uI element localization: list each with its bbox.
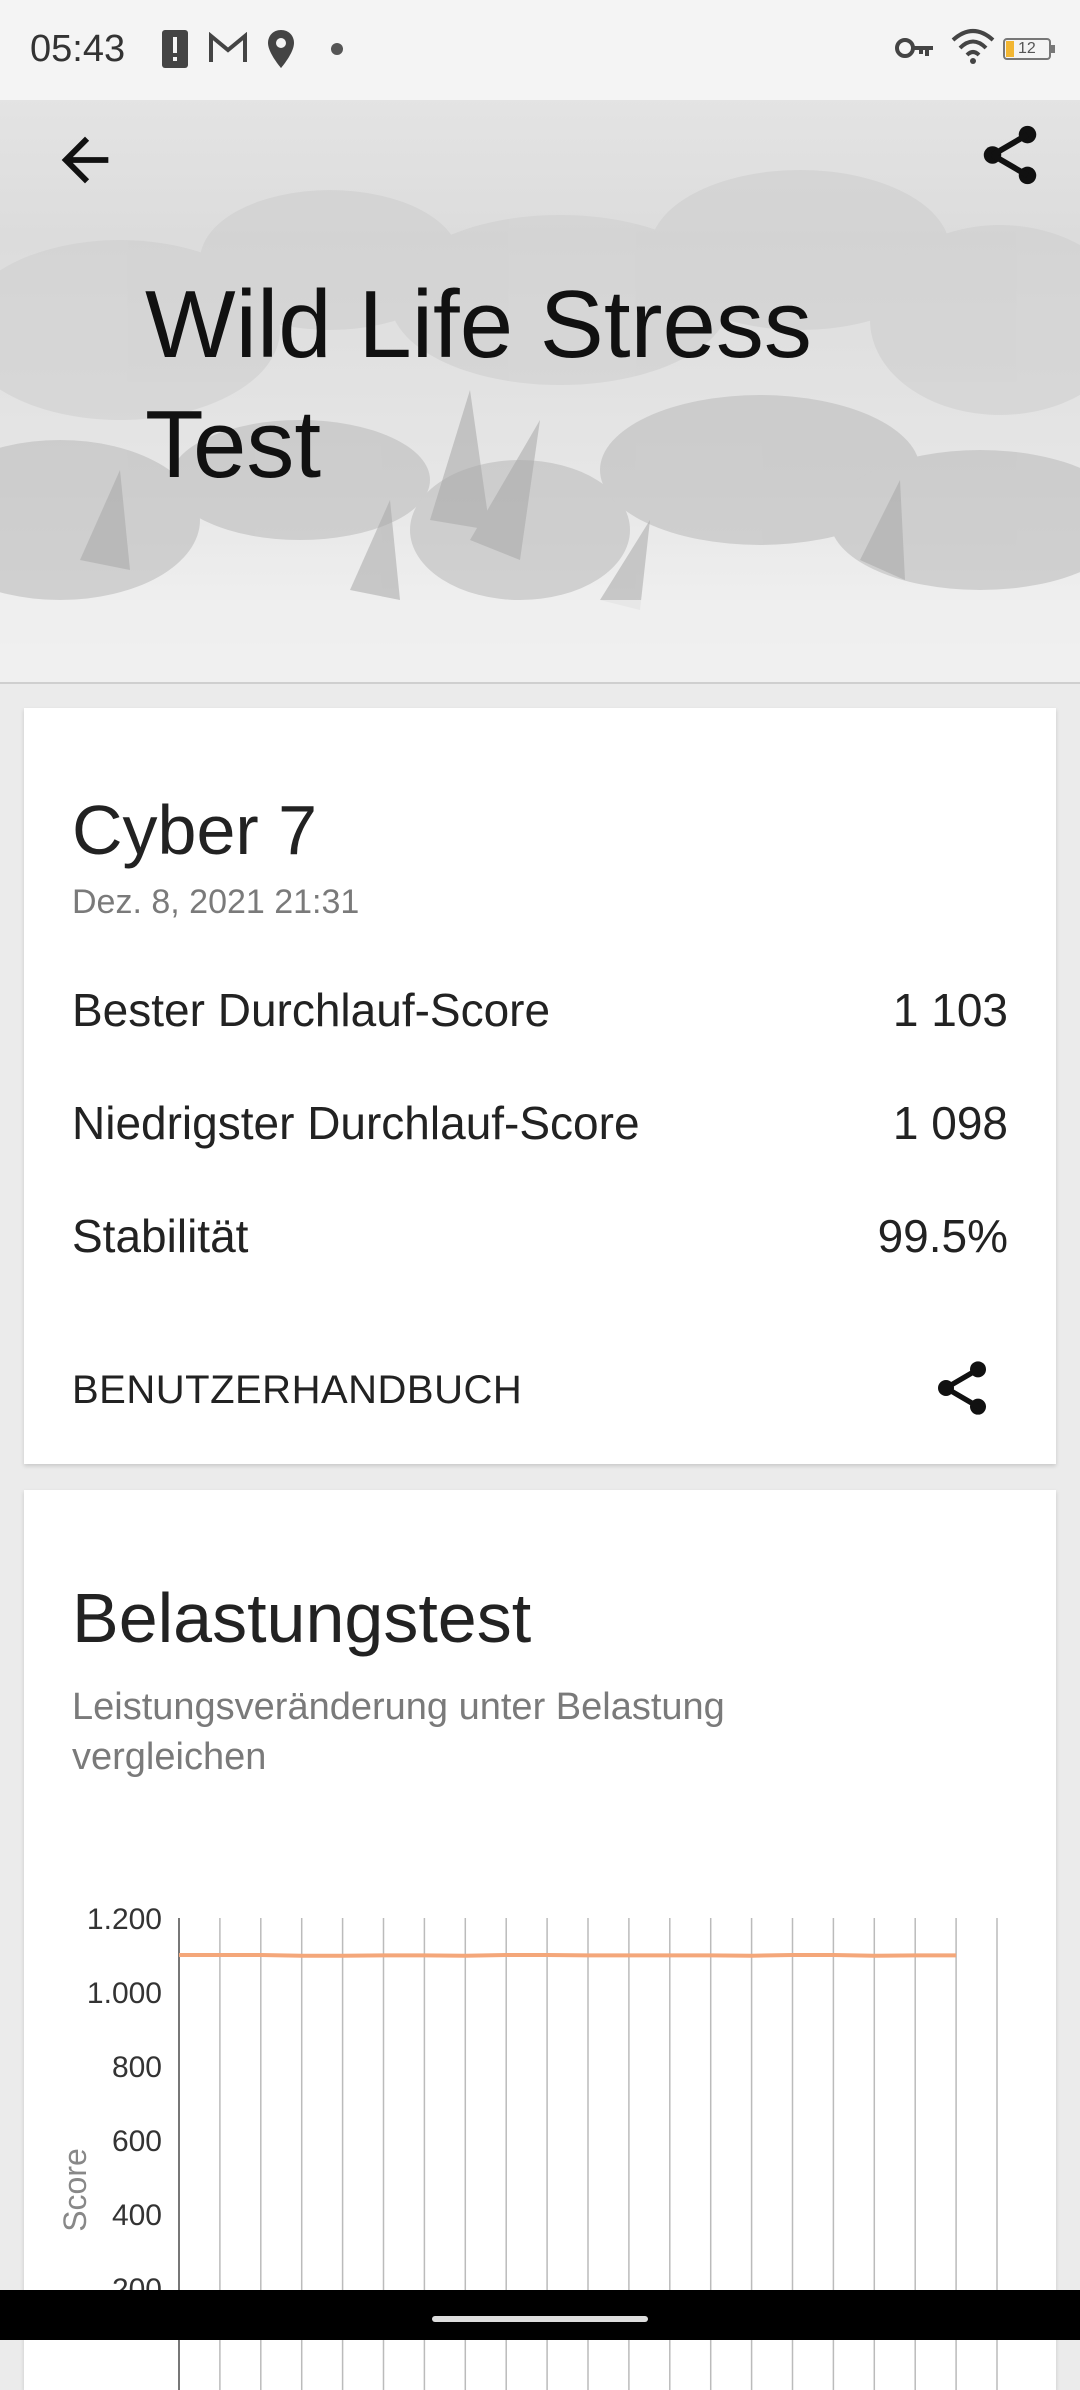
stress-line-chart: 1.2001.000800600400200 Score [57,1903,998,2390]
status-bar: 05:43 12 [0,0,1080,100]
y-tick-label: 1.000 [87,1977,162,2010]
stability-value: 99.5% [877,1210,1008,1262]
device-name: Cyber 7 [72,791,318,869]
key-icon [895,38,933,58]
user-manual-button[interactable]: BENUTZERHANDBUCH [72,1368,522,1413]
y-tick-label: 1.200 [87,1903,162,1936]
lowest-score-label: Niedrigster Durchlauf-Score [72,1097,640,1149]
share-icon[interactable] [930,1356,994,1420]
navigation-bar [0,2290,1080,2340]
score-series-line [179,1953,957,1958]
test-date: Dez. 8, 2021 21:31 [72,883,360,921]
battery-level: 12 [1018,40,1036,57]
wifi-icon [951,29,995,64]
hero-banner: Wild Life Stress Test [0,0,1080,684]
battery-icon: 12 [1003,38,1055,60]
best-score-label: Bester Durchlauf-Score [72,984,551,1036]
stability-label: Stabilität [72,1210,249,1262]
y-axis-label: Score [57,2148,93,2232]
y-tick-label: 600 [112,2125,162,2158]
y-tick-label: 800 [112,2051,162,2084]
arrow-left-icon[interactable] [50,125,120,195]
status-time: 05:43 [30,28,126,70]
result-card: Cyber 7 Dez. 8, 2021 21:31 Bester Durchl… [24,708,1056,1464]
lowest-score-value: 1 098 [892,1097,1008,1149]
y-tick-label: 400 [112,2199,162,2232]
page-title: Wild Life Stress Test [145,271,812,498]
home-gesture-handle[interactable] [432,2316,648,2322]
location-icon [268,30,294,68]
gmail-icon [209,32,247,62]
dot-icon [331,43,343,55]
best-score-value: 1 103 [892,984,1008,1036]
share-icon[interactable] [975,120,1045,190]
alert-icon [162,30,188,68]
stress-test-card: Belastungstest Leistungsveränderung unte… [24,1490,1056,2390]
